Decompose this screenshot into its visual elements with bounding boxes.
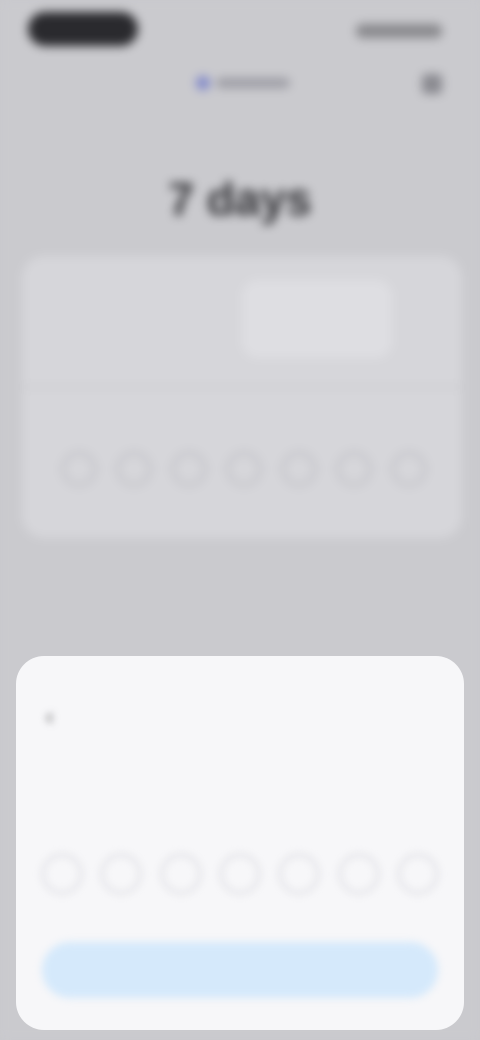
confirm-button[interactable] xyxy=(42,942,438,998)
card-day-row xyxy=(62,452,426,486)
day-circle[interactable] xyxy=(172,452,206,486)
status-bar-icons xyxy=(356,24,442,38)
app-logo-icon xyxy=(196,76,210,90)
chevron-left-icon[interactable]: ‹ xyxy=(46,706,68,728)
day-toggle[interactable] xyxy=(219,854,260,894)
bottom-sheet: ‹ xyxy=(16,656,464,1030)
card-selector[interactable] xyxy=(242,280,392,358)
day-picker xyxy=(42,854,438,894)
day-circle[interactable] xyxy=(337,452,371,486)
day-toggle[interactable] xyxy=(338,854,379,894)
dynamic-island xyxy=(28,12,138,46)
day-toggle[interactable] xyxy=(160,854,201,894)
card-divider xyxy=(22,386,462,388)
day-circle[interactable] xyxy=(392,452,426,486)
settings-card xyxy=(22,256,462,538)
day-toggle[interactable] xyxy=(279,854,320,894)
day-circle[interactable] xyxy=(282,452,316,486)
day-circle[interactable] xyxy=(62,452,96,486)
day-toggle[interactable] xyxy=(101,854,142,894)
day-toggle[interactable] xyxy=(42,854,82,894)
bottom-sheet-content: ‹ xyxy=(16,656,464,1030)
day-circle[interactable] xyxy=(117,452,151,486)
app-brand xyxy=(196,76,290,90)
menu-icon[interactable] xyxy=(422,74,442,94)
page-title: 7 days xyxy=(168,173,312,225)
day-circle[interactable] xyxy=(227,452,261,486)
app-name-placeholder xyxy=(216,78,290,88)
day-toggle[interactable] xyxy=(397,854,438,894)
